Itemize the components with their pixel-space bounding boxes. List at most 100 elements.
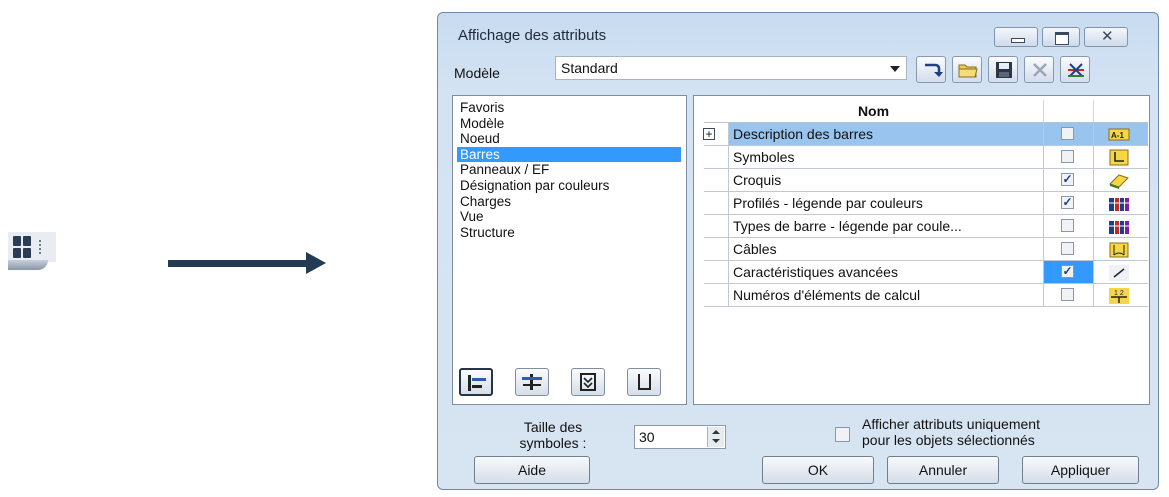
category-item[interactable]: Barres <box>457 146 681 163</box>
category-item[interactable]: Noeud <box>457 131 681 147</box>
attribute-name: Caractéristiques avancées <box>728 261 1044 283</box>
minimize-button[interactable] <box>994 27 1038 47</box>
table-row[interactable]: Croquis ✓ <box>704 169 1148 192</box>
align-middle-button[interactable] <box>571 368 605 396</box>
category-item[interactable]: Panneaux / EF <box>457 162 681 178</box>
visibility-checkbox[interactable] <box>1061 242 1074 255</box>
visibility-checkbox[interactable]: ✓ <box>1061 265 1074 278</box>
category-item[interactable]: Structure <box>457 225 681 241</box>
spin-buttons[interactable] <box>707 427 724 447</box>
attribute-icon-cell: A-1 <box>1094 123 1148 145</box>
spin-up-icon <box>712 430 720 434</box>
reset-icon <box>1068 63 1084 77</box>
visibility-cell: ✓ <box>1044 261 1094 283</box>
visibility-cell: ✓ <box>1044 192 1094 214</box>
visibility-checkbox[interactable] <box>1061 127 1074 140</box>
attribute-icon-cell <box>1094 146 1148 168</box>
save-icon <box>996 62 1012 78</box>
reset-button[interactable] <box>1060 56 1090 83</box>
category-list: Favoris Modèle Noeud Barres Panneaux / EF Dés… <box>457 100 681 240</box>
advanced-icon <box>1109 265 1129 281</box>
display-attributes-toolbar-icon[interactable] <box>13 236 31 258</box>
close-button[interactable]: ✕ <box>1084 27 1128 47</box>
load-model-button[interactable] <box>916 56 946 83</box>
save-button[interactable] <box>988 56 1018 83</box>
cable-icon <box>1109 242 1129 258</box>
symbol-size-label: Taille des symboles : <box>519 419 587 451</box>
table-row[interactable]: Types de barre - légende par coule... <box>704 215 1148 238</box>
visibility-checkbox[interactable] <box>1061 219 1074 232</box>
table-row[interactable]: + Description des barres A-1 <box>703 123 1148 146</box>
align-center-icon <box>522 374 542 390</box>
maximize-icon <box>1055 32 1069 45</box>
table-row[interactable]: Caractéristiques avancées ✓ <box>704 261 1148 284</box>
arrow-head <box>306 252 326 274</box>
attribute-name: Croquis <box>728 169 1044 191</box>
only-selected-checkbox[interactable] <box>835 427 850 442</box>
symbol-l-icon <box>1109 149 1129 166</box>
color-profile-icon <box>1109 198 1129 211</box>
label-a1-icon: A-1 <box>1108 128 1130 141</box>
visibility-checkbox[interactable]: ✓ <box>1061 173 1074 186</box>
visibility-checkbox[interactable] <box>1061 288 1074 301</box>
category-item[interactable]: Charges <box>457 194 681 210</box>
attribute-table: Nom + Description des barres A-1 Symboles Cr… <box>693 95 1150 405</box>
folder-icon <box>958 64 978 78</box>
table-row[interactable]: Symboles <box>704 146 1148 169</box>
visibility-checkbox[interactable]: ✓ <box>1061 196 1074 209</box>
bar-type-color-icon <box>1109 221 1129 234</box>
visibility-cell <box>1044 284 1094 306</box>
only-selected-label: Afficher attributs uniquement pour les o… <box>862 416 1040 448</box>
arrow-icon <box>168 260 308 267</box>
category-item[interactable]: Vue <box>457 209 681 225</box>
category-item[interactable]: Favoris <box>457 100 681 116</box>
align-right-button[interactable] <box>627 368 661 396</box>
category-item[interactable]: Désignation par couleurs <box>457 178 681 194</box>
attribute-name: Profilés - légende par couleurs <box>728 192 1044 214</box>
attribute-icon-cell <box>1094 192 1148 214</box>
model-select-value: Standard <box>561 60 618 76</box>
table-row[interactable]: Numéros d'éléments de calcul 1 2 <box>704 284 1148 307</box>
visibility-cell <box>1044 238 1094 260</box>
expand-icon[interactable]: + <box>703 128 715 140</box>
align-left-button[interactable] <box>459 368 493 396</box>
only-selected-label-line1: Afficher attributs uniquement <box>862 416 1040 432</box>
visibility-checkbox[interactable] <box>1061 150 1074 163</box>
table-header: Nom <box>704 100 1148 123</box>
attribute-name: Numéros d'éléments de calcul <box>728 284 1044 306</box>
attribute-icon-cell <box>1094 238 1148 260</box>
cancel-button[interactable]: Annuler <box>887 456 999 484</box>
column-header-name: Nom <box>704 100 1044 122</box>
only-selected-label-line2: pour les objets sélectionnés <box>862 432 1035 448</box>
svg-text:A-1: A-1 <box>1111 131 1124 140</box>
maximize-button[interactable] <box>1042 27 1080 47</box>
attributes-dialog: Affichage des attributs ✕ Modèle Standar… <box>437 12 1159 490</box>
attribute-name: Symboles <box>728 146 1044 168</box>
align-left-icon <box>468 375 486 391</box>
visibility-cell <box>1044 215 1094 237</box>
calc-number-icon: 1 2 <box>1109 288 1129 304</box>
visibility-cell <box>1044 123 1094 145</box>
model-label: Modèle <box>454 65 500 81</box>
toolbar-fragment <box>8 232 56 274</box>
table-row[interactable]: Profilés - légende par couleurs ✓ <box>704 192 1148 215</box>
delete-icon <box>1033 63 1047 77</box>
symbol-size-spinner[interactable]: 30 <box>634 425 726 449</box>
chevron-down-icon <box>890 66 900 72</box>
table-row[interactable]: Câbles <box>704 238 1148 261</box>
sketch-icon <box>1109 174 1129 189</box>
help-button[interactable]: Aide <box>474 456 590 484</box>
attribute-icon-cell <box>1094 261 1148 283</box>
ok-button[interactable]: OK <box>762 456 874 484</box>
spin-down-icon <box>712 439 720 443</box>
attribute-name: Câbles <box>728 238 1044 260</box>
model-select[interactable]: Standard <box>555 56 907 80</box>
open-button[interactable] <box>952 56 982 83</box>
apply-button[interactable]: Appliquer <box>1022 456 1139 484</box>
delete-button[interactable] <box>1024 56 1054 83</box>
align-center-button[interactable] <box>515 368 549 396</box>
category-list-panel: Favoris Modèle Noeud Barres Panneaux / EF Dés… <box>452 95 687 405</box>
category-item[interactable]: Modèle <box>457 116 681 132</box>
attribute-icon-cell <box>1094 169 1148 191</box>
visibility-cell: ✓ <box>1044 169 1094 191</box>
